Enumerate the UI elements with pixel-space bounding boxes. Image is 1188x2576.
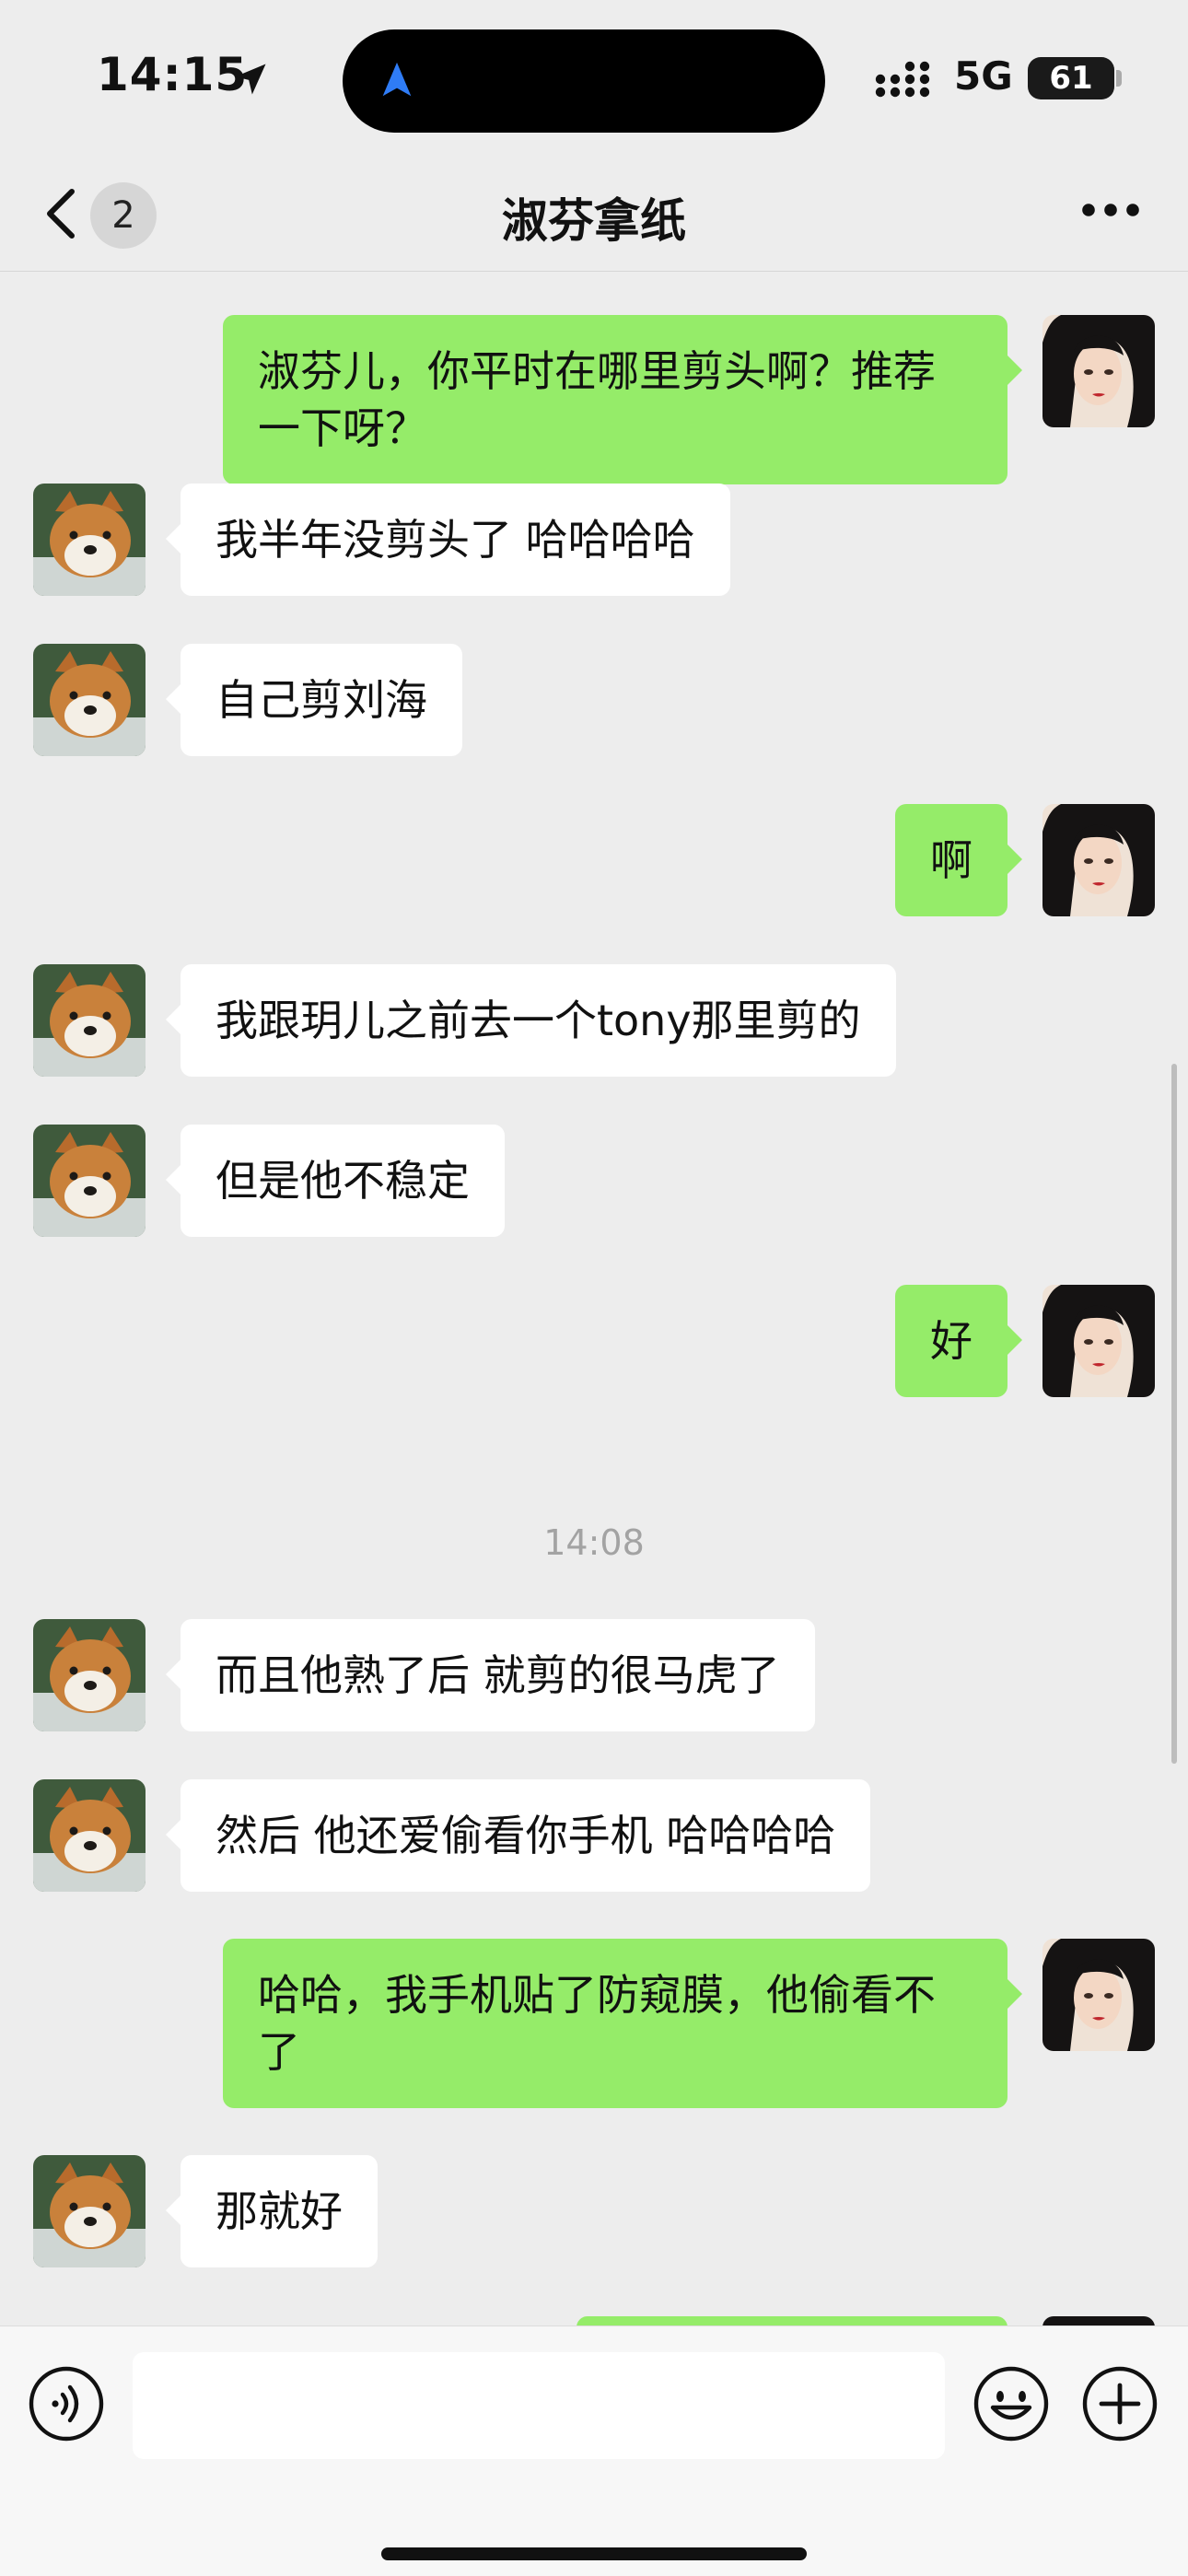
message-bubble-outgoing[interactable]: 淑芬儿，你平时在哪里剪头啊？推荐一下呀？ (223, 315, 1022, 484)
status-time: 14:15 (97, 48, 249, 101)
message-bubble-outgoing-partial[interactable] (577, 2316, 1007, 2325)
home-indicator[interactable] (381, 2547, 807, 2560)
shiba-avatar[interactable] (33, 1125, 146, 1237)
chat-title: 淑芬拿纸 (502, 194, 686, 248)
girl-avatar[interactable] (1042, 804, 1155, 916)
input-bar (0, 2325, 1188, 2576)
message-bubble-incoming[interactable]: 那就好 (166, 2155, 378, 2267)
shiba-avatar[interactable] (33, 1619, 146, 1731)
message-bubble-incoming[interactable]: 我半年没剪头了 哈哈哈哈 (166, 484, 730, 596)
scrollbar[interactable] (1171, 1064, 1177, 1764)
emoji-icon[interactable] (973, 2365, 1050, 2442)
girl-avatar-icon (1042, 804, 1155, 916)
girl-avatar-icon (1042, 1939, 1155, 2051)
girl-avatar-icon (1042, 1285, 1155, 1397)
shiba-avatar[interactable] (33, 1779, 146, 1892)
shiba-avatar[interactable] (33, 484, 146, 596)
girl-avatar[interactable] (1042, 315, 1155, 427)
shiba-avatar[interactable] (33, 644, 146, 756)
message-input[interactable] (133, 2352, 945, 2459)
message-bubble-outgoing[interactable]: 好 (895, 1285, 1022, 1397)
girl-avatar[interactable] (1042, 1285, 1155, 1397)
shiba-dog-avatar-icon (33, 2155, 146, 2267)
girl-avatar-icon (1042, 315, 1155, 427)
signal-bars-icon (875, 61, 930, 98)
message-bubble-incoming[interactable]: 而且他熟了后 就剪的很马虎了 (166, 1619, 815, 1731)
chat-header: 2 淑芬拿纸 (0, 157, 1188, 272)
battery-level: 61 (1028, 57, 1114, 99)
message-bubble-incoming[interactable]: 自己剪刘海 (166, 644, 462, 756)
girl-avatar[interactable] (1042, 1939, 1155, 2051)
message-bubble-incoming[interactable]: 但是他不稳定 (166, 1125, 505, 1237)
shiba-dog-avatar-icon (33, 1619, 146, 1731)
network-type: 5G (954, 53, 1013, 99)
dynamic-island (343, 29, 825, 133)
message-bubble-outgoing[interactable]: 哈哈，我手机贴了防窥膜，他偷看不了 (223, 1939, 1022, 2108)
message-bubble-incoming[interactable]: 然后 他还爱偷看你手机 哈哈哈哈 (165, 1779, 871, 1892)
message-bubble-incoming[interactable]: 我跟玥儿之前去一个tony那里剪的 (166, 964, 896, 1077)
shiba-avatar[interactable] (33, 2155, 146, 2267)
message-list[interactable]: 淑芬儿，你平时在哪里剪头啊？推荐一下呀？ 我半年没剪头了 哈哈哈哈 自己剪刘海 … (0, 272, 1188, 2325)
shiba-dog-avatar-icon (33, 1125, 146, 1237)
shiba-dog-avatar-icon (33, 1779, 146, 1892)
message-bubble-outgoing[interactable]: 啊 (895, 804, 1022, 916)
message-timestamp: 14:08 (543, 1522, 645, 1563)
shiba-dog-avatar-icon (33, 964, 146, 1077)
girl-avatar-partial[interactable] (1042, 2316, 1155, 2325)
battery-cap (1116, 70, 1122, 87)
shiba-dog-avatar-icon (33, 484, 146, 596)
more-options-icon[interactable] (1074, 182, 1147, 238)
voice-input-icon[interactable] (28, 2365, 105, 2442)
plus-icon[interactable] (1081, 2365, 1159, 2442)
status-bar: 14:15 5G 61 (0, 0, 1188, 157)
shiba-avatar[interactable] (33, 964, 146, 1077)
location-arrow-icon (235, 64, 266, 95)
navigation-icon (382, 62, 412, 97)
shiba-dog-avatar-icon (33, 644, 146, 756)
